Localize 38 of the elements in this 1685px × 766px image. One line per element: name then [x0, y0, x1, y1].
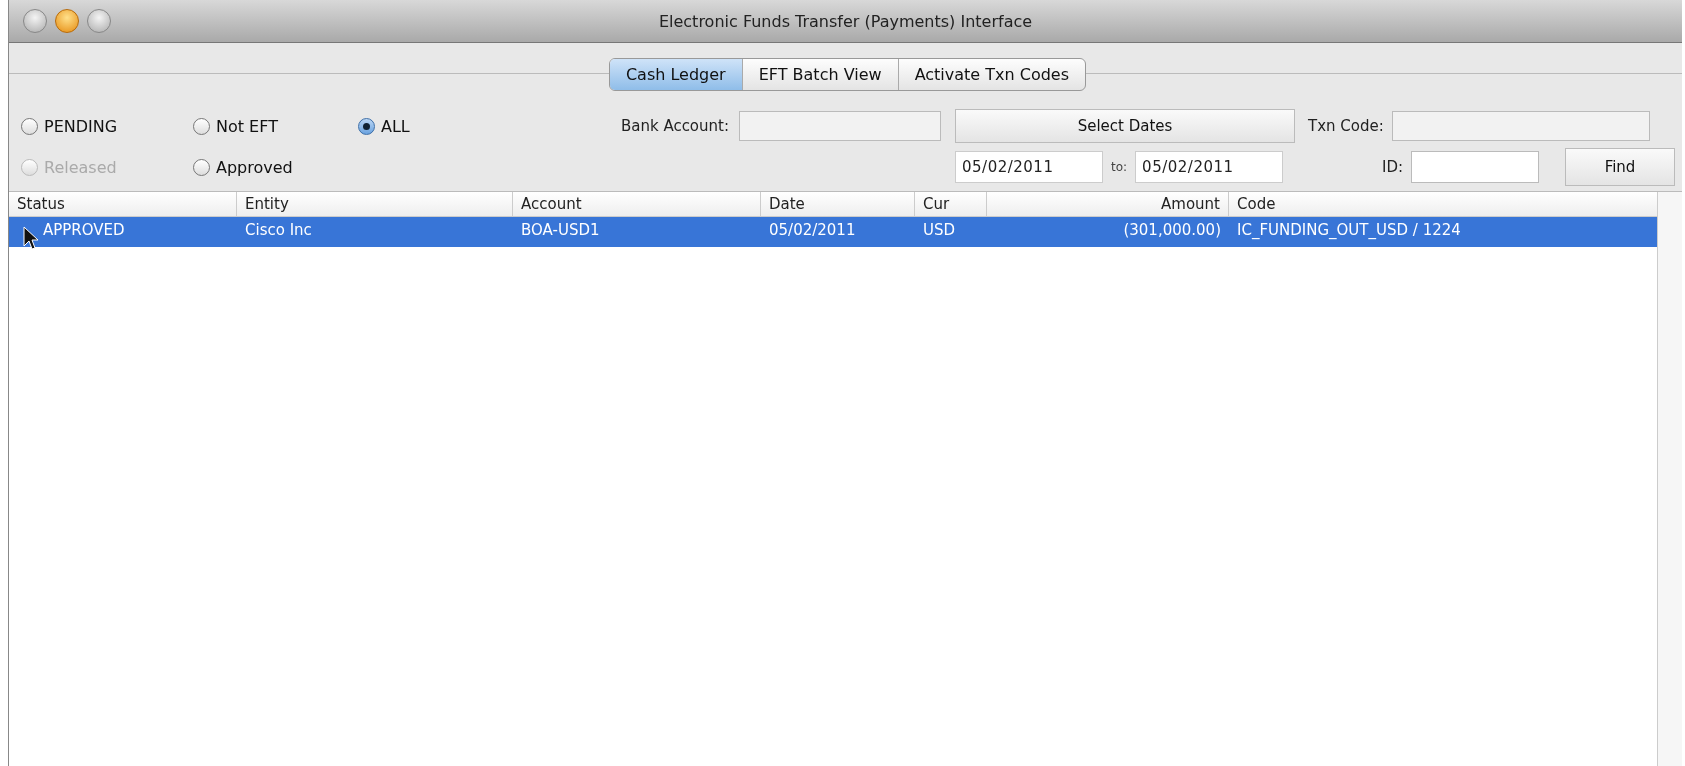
- field-label: Txn Code:: [1308, 117, 1384, 135]
- column-header[interactable]: Account: [513, 192, 761, 217]
- close-button[interactable]: [23, 9, 47, 33]
- radio-button[interactable]: ALL: [358, 116, 410, 136]
- radio-button[interactable]: PENDING: [21, 116, 118, 136]
- radio-button[interactable]: Not EFT: [193, 116, 278, 136]
- minimize-button[interactable]: [55, 9, 79, 33]
- field-label: Bank Account:: [620, 117, 729, 135]
- radio-button[interactable]: Approved: [193, 157, 293, 177]
- select-dates-button[interactable]: Select Dates: [955, 109, 1295, 143]
- window-title: Electronic Funds Transfer (Payments) Interface: [657, 11, 1034, 31]
- table-cell: Cisco Inc: [245, 221, 312, 239]
- column-header[interactable]: Status: [9, 192, 237, 217]
- table-cell: BOA-USD1: [521, 221, 600, 239]
- column-header[interactable]: Cur: [915, 192, 987, 217]
- tab[interactable]: Activate Txn Codes: [898, 58, 1086, 90]
- table-row[interactable]: APPROVED Cisco Inc BOA-USD1 05/02/2011 USD (301,000.00) IC_FUNDING_OUT_USD / 1224: [9, 217, 1657, 247]
- zoom-button[interactable]: [87, 9, 111, 33]
- column-header[interactable]: Date: [761, 192, 915, 217]
- id-field[interactable]: [1411, 151, 1540, 183]
- table-cell: USD: [923, 221, 956, 239]
- column-header[interactable]: Entity: [237, 192, 513, 217]
- table-cell: 05/02/2011: [769, 221, 856, 239]
- date-field[interactable]: 05/02/2011: [955, 151, 1103, 183]
- field-label: ID:: [1382, 158, 1404, 176]
- tab[interactable]: EFT Batch View: [742, 58, 899, 90]
- bank-account-field[interactable]: [739, 111, 941, 141]
- cursor-icon: [23, 226, 39, 252]
- tab[interactable]: Cash Ledger: [609, 58, 743, 90]
- table-cell: IC_FUNDING_OUT_USD / 1224: [1237, 221, 1461, 239]
- table-cell: APPROVED: [43, 221, 125, 239]
- find-button[interactable]: Find: [1565, 148, 1676, 186]
- date-field[interactable]: 05/02/2011: [1135, 151, 1284, 183]
- scroll-bar[interactable]: [1657, 192, 1682, 766]
- field-label: to:: [1111, 160, 1128, 174]
- table-cell: (301,000.00): [1123, 221, 1221, 239]
- column-header[interactable]: Amount: [987, 192, 1229, 217]
- txn-code-field[interactable]: [1391, 111, 1650, 141]
